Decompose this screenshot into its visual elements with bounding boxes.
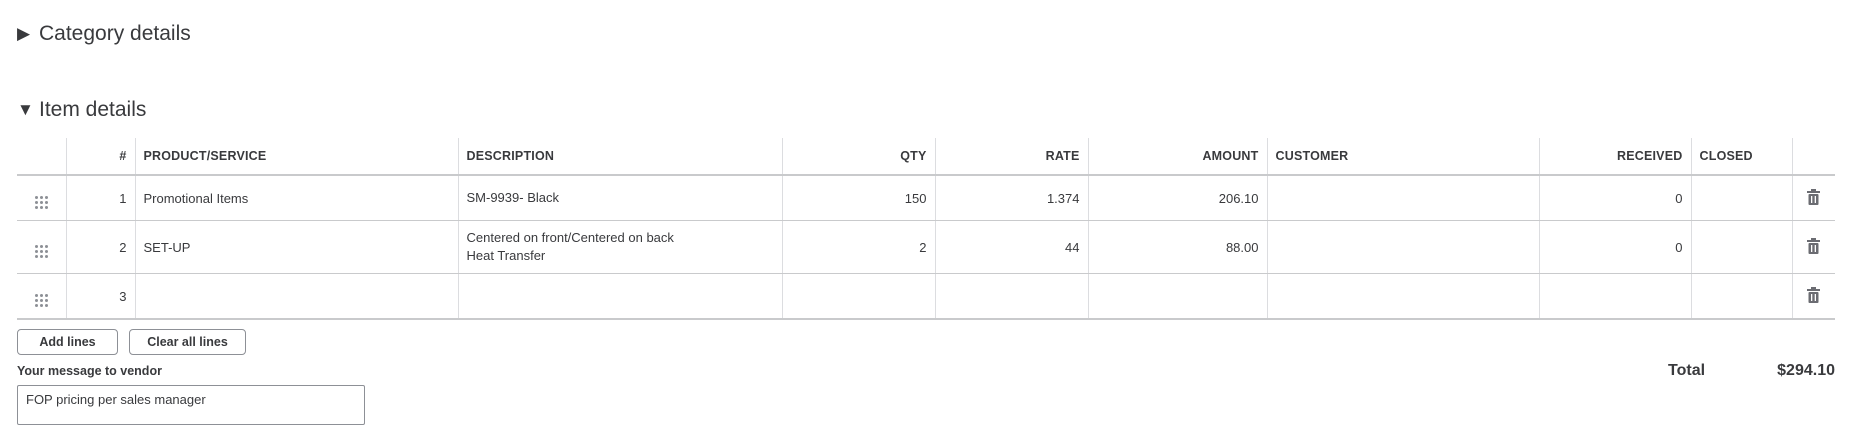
item-details-title: Item details <box>39 98 147 121</box>
description-cell[interactable] <box>457 273 782 320</box>
item-details-toggle[interactable]: ▼ Item details <box>17 98 146 122</box>
customer-cell[interactable] <box>1266 273 1539 320</box>
row-number: 2 <box>65 220 135 274</box>
category-details-title: Category details <box>39 22 191 45</box>
customer-cell[interactable] <box>1266 220 1539 274</box>
column-header-qty: QTY <box>781 138 935 176</box>
rate-cell[interactable]: 1.374 <box>934 175 1088 221</box>
total-label: Total <box>1668 362 1706 379</box>
column-header-amount: AMOUNT <box>1087 138 1267 176</box>
trash-icon[interactable] <box>1791 220 1835 274</box>
rate-cell[interactable] <box>934 273 1088 320</box>
amount-cell[interactable]: 88.00 <box>1087 220 1267 274</box>
row-number: 1 <box>65 175 135 221</box>
product-cell[interactable]: SET-UP <box>134 220 458 274</box>
column-header-product: PRODUCT/SERVICE <box>134 138 458 176</box>
table-header-row: # PRODUCT/SERVICE DESCRIPTION QTY RATE A… <box>17 138 1835 176</box>
add-lines-button[interactable]: Add lines <box>17 329 118 355</box>
product-cell[interactable]: Promotional Items <box>134 175 458 221</box>
category-details-toggle[interactable]: ▶ Category details <box>17 22 191 46</box>
description-line: Centered on front/Centered on back <box>466 230 674 245</box>
row-number: 3 <box>65 273 135 320</box>
table-row[interactable]: 1 Promotional Items SM-9939- Black 150 1… <box>17 175 1835 221</box>
product-cell[interactable] <box>134 273 458 320</box>
column-header-num: # <box>65 138 135 176</box>
column-header-rate: RATE <box>934 138 1088 176</box>
rate-cell[interactable]: 44 <box>934 220 1088 274</box>
description-cell[interactable]: Centered on front/Centered on back Heat … <box>457 220 782 274</box>
column-header-customer: CUSTOMER <box>1266 138 1539 176</box>
qty-cell[interactable]: 150 <box>781 175 935 221</box>
description-cell[interactable]: SM-9939- Black <box>457 175 782 221</box>
caret-right-icon: ▶ <box>17 24 31 43</box>
total-value: $294.10 <box>1777 362 1835 379</box>
column-header-closed: CLOSED <box>1690 138 1792 176</box>
closed-cell[interactable] <box>1690 220 1792 274</box>
description-line: SM-9939- Black <box>466 190 559 205</box>
caret-down-icon: ▼ <box>17 100 34 119</box>
item-details-table: # PRODUCT/SERVICE DESCRIPTION QTY RATE A… <box>17 138 1835 320</box>
table-row[interactable]: 2 SET-UP Centered on front/Centered on b… <box>17 220 1835 274</box>
table-row[interactable]: 3 <box>17 273 1835 320</box>
column-header-description: DESCRIPTION <box>457 138 782 176</box>
customer-cell[interactable] <box>1266 175 1539 221</box>
drag-handle-icon[interactable] <box>17 220 66 274</box>
qty-cell[interactable]: 2 <box>781 220 935 274</box>
closed-cell[interactable] <box>1690 175 1792 221</box>
delete-column-header <box>1791 138 1835 176</box>
received-cell: 0 <box>1538 175 1691 221</box>
trash-icon[interactable] <box>1791 273 1835 320</box>
clear-all-lines-button[interactable]: Clear all lines <box>129 329 246 355</box>
vendor-message-field[interactable]: FOP pricing per sales manager <box>17 385 365 425</box>
amount-cell[interactable] <box>1087 273 1267 320</box>
drag-handle-icon[interactable] <box>17 175 66 221</box>
qty-cell[interactable] <box>781 273 935 320</box>
received-cell: 0 <box>1538 220 1691 274</box>
column-header-received: RECEIVED <box>1538 138 1691 176</box>
received-cell <box>1538 273 1691 320</box>
closed-cell[interactable] <box>1690 273 1792 320</box>
drag-handle-icon[interactable] <box>17 273 66 320</box>
vendor-message-label: Your message to vendor <box>17 364 162 378</box>
trash-icon[interactable] <box>1791 175 1835 221</box>
description-line: Heat Transfer <box>466 248 546 263</box>
amount-cell[interactable]: 206.10 <box>1087 175 1267 221</box>
drag-column-header <box>17 138 66 176</box>
